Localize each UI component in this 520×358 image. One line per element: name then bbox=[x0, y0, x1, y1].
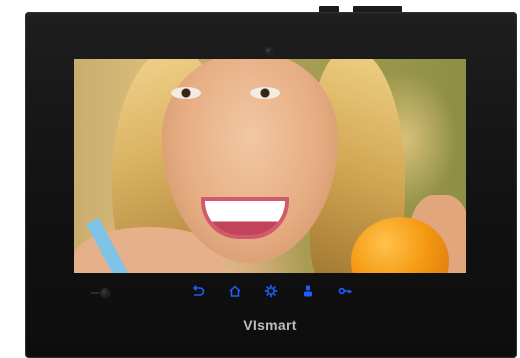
video-subject-eye-left bbox=[171, 87, 201, 99]
video-subject-eye-right bbox=[250, 87, 280, 99]
front-camera bbox=[266, 48, 272, 54]
brand-logo: VIsmart bbox=[243, 317, 297, 333]
video-screen[interactable] bbox=[74, 59, 466, 273]
intercom-button[interactable] bbox=[300, 284, 316, 298]
mic-slot bbox=[91, 292, 99, 294]
back-arrow-icon bbox=[192, 285, 205, 296]
intercom-icon bbox=[304, 285, 312, 297]
home-button[interactable] bbox=[227, 284, 243, 298]
unlock-button[interactable] bbox=[337, 284, 353, 298]
settings-button[interactable] bbox=[263, 284, 279, 298]
key-icon bbox=[338, 287, 352, 295]
back-button[interactable] bbox=[190, 284, 206, 298]
gear-icon bbox=[264, 284, 278, 298]
status-led bbox=[101, 289, 109, 297]
home-icon bbox=[229, 285, 241, 297]
